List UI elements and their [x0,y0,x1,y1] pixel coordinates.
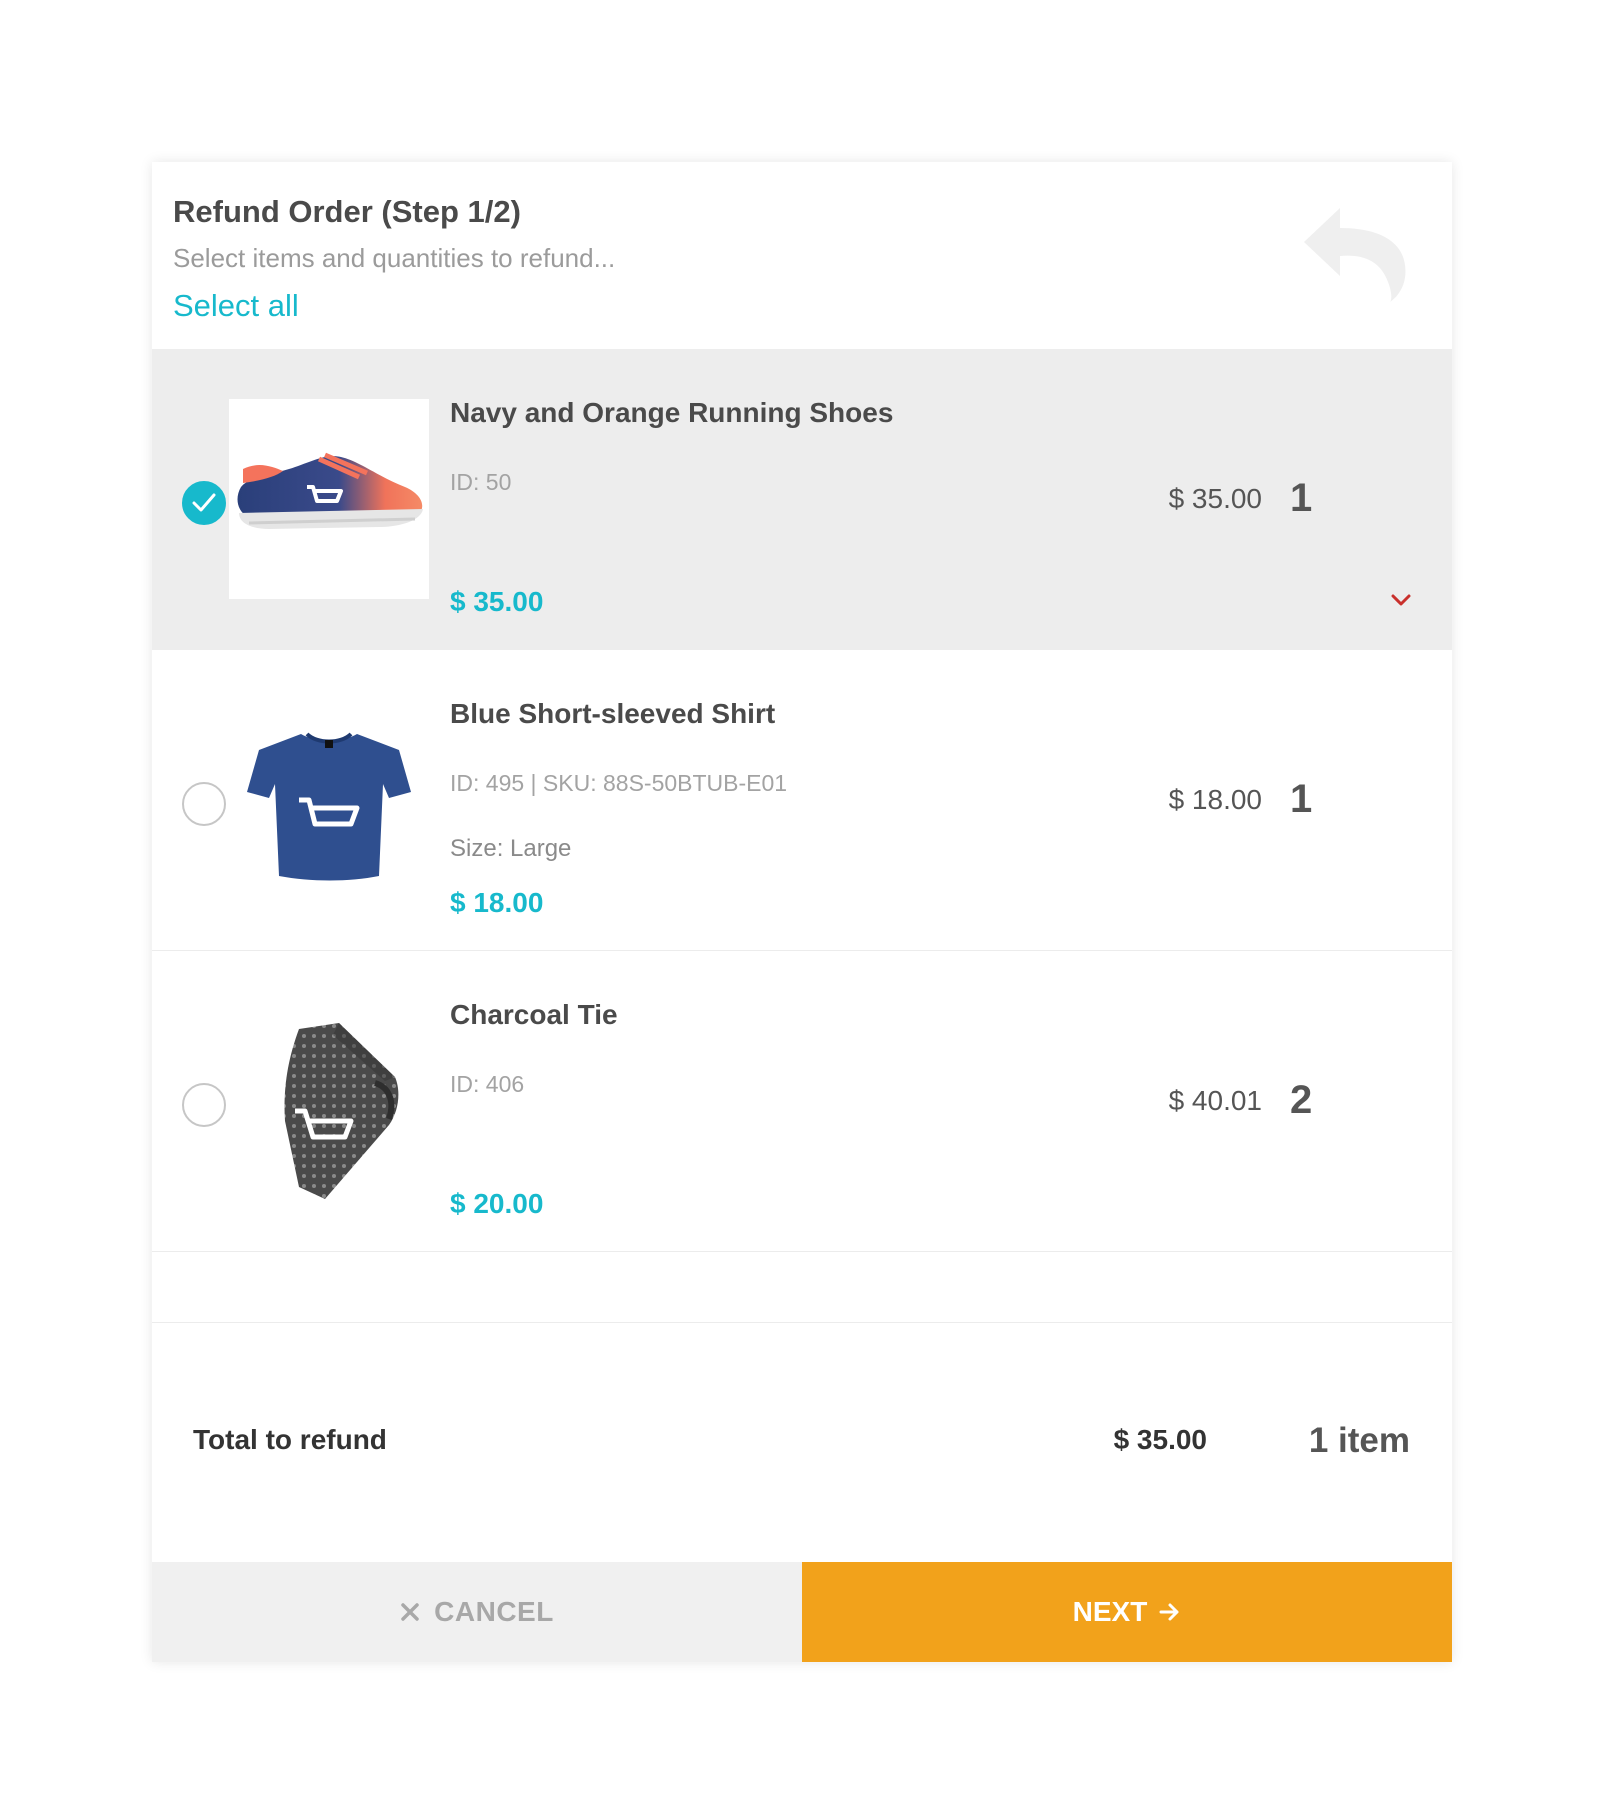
select-all-link[interactable]: Select all [173,288,299,324]
item-size: Size: Large [450,835,572,862]
item-quantity[interactable]: 1 [1290,476,1312,521]
item-meta: ID: 495 | SKU: 88S-50BTUB-E01 [450,770,788,796]
running-shoe-image [229,399,429,599]
item-name: Charcoal Tie [450,999,618,1030]
close-icon [401,1603,419,1621]
item-list: Navy and Orange Running Shoes ID: 50 $ 3… [152,349,1452,1252]
item-checkbox[interactable] [182,782,226,826]
list-item[interactable]: Navy and Orange Running Shoes ID: 50 $ 3… [152,349,1452,650]
item-total-price: $ 40.01 [1168,1085,1262,1116]
item-meta: ID: 50 [450,469,512,495]
item-quantity[interactable]: 1 [1290,777,1312,822]
refund-dialog: Refund Order (Step 1/2) Select items and… [152,162,1452,1662]
undo-arrow-icon [1300,204,1410,304]
item-total-price: $ 35.00 [1168,483,1262,514]
tshirt-image [229,700,429,900]
dialog-header: Refund Order (Step 1/2) Select items and… [152,162,1452,349]
item-checkbox[interactable] [182,481,226,525]
check-icon [192,493,216,512]
dialog-subtitle: Select items and quantities to refund... [173,243,616,273]
item-checkbox[interactable] [182,1083,226,1127]
arrow-right-icon [1159,1603,1179,1621]
list-item[interactable]: Blue Short-sleeved Shirt ID: 495 | SKU: … [152,650,1452,951]
next-button[interactable]: NEXT [802,1562,1452,1662]
cancel-button[interactable]: CANCEL [152,1562,802,1662]
item-name: Navy and Orange Running Shoes [450,397,894,428]
chevron-down-icon[interactable] [1390,593,1412,607]
summary-amount: $ 35.00 [1113,1424,1207,1455]
item-unit-price: $ 35.00 [450,586,544,617]
cancel-label: CANCEL [434,1596,554,1627]
item-unit-price: $ 18.00 [450,887,544,918]
item-unit-price: $ 20.00 [450,1188,544,1219]
summary-count: 1 item [1308,1421,1410,1460]
dialog-footer: CANCEL NEXT [152,1562,1452,1662]
list-item[interactable]: Charcoal Tie ID: 406 $ 20.00 $ 40.01 2 [152,951,1452,1252]
summary-label: Total to refund [193,1424,387,1455]
summary-divider [152,1322,1452,1323]
item-total-price: $ 18.00 [1168,784,1262,815]
dialog-title: Refund Order (Step 1/2) [173,194,521,229]
tie-image [229,1001,429,1201]
item-name: Blue Short-sleeved Shirt [450,698,776,729]
next-label: NEXT [1072,1596,1148,1627]
item-quantity[interactable]: 2 [1290,1078,1312,1123]
item-meta: ID: 406 [450,1071,525,1097]
